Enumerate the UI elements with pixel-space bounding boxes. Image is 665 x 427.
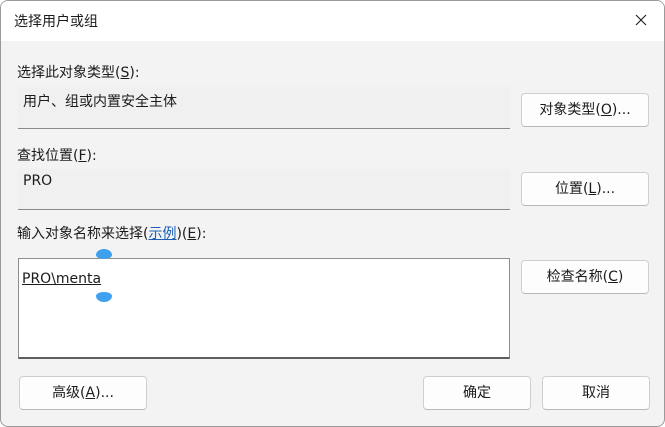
object-types-button[interactable]: 对象类型(O)... [521, 93, 649, 127]
select-users-or-groups-dialog: 选择用户或组 选择此对象类型(S): 用户、组或内置安全主体 对象类型(O)..… [0, 0, 665, 427]
advanced-button[interactable]: 高级(A)... [19, 376, 147, 410]
location-field: PRO [18, 169, 510, 210]
close-icon [635, 14, 647, 26]
object-type-value: 用户、组或内置安全主体 [23, 94, 177, 110]
title-bar: 选择用户或组 [1, 1, 664, 41]
object-type-field: 用户、组或内置安全主体 [18, 87, 510, 129]
location-label: 查找位置(F): [17, 148, 97, 164]
location-value: PRO [23, 173, 53, 189]
locations-button[interactable]: 位置(L)... [521, 172, 649, 206]
resolved-name-entry[interactable]: PRO\menta [22, 271, 101, 287]
object-type-label: 选择此对象类型(S): [17, 65, 140, 81]
dialog-title: 选择用户或组 [14, 14, 98, 30]
object-names-label: 输入对象名称来选择(示例)(E): [17, 226, 207, 242]
selection-handle-start[interactable] [96, 249, 112, 259]
cancel-button[interactable]: 取消 [542, 376, 650, 410]
check-names-button[interactable]: 检查名称(C) [521, 260, 649, 294]
object-names-input[interactable]: PRO\menta [18, 258, 510, 359]
examples-link[interactable]: 示例 [148, 226, 176, 242]
ok-button[interactable]: 确定 [423, 376, 531, 410]
close-button[interactable] [618, 1, 664, 39]
